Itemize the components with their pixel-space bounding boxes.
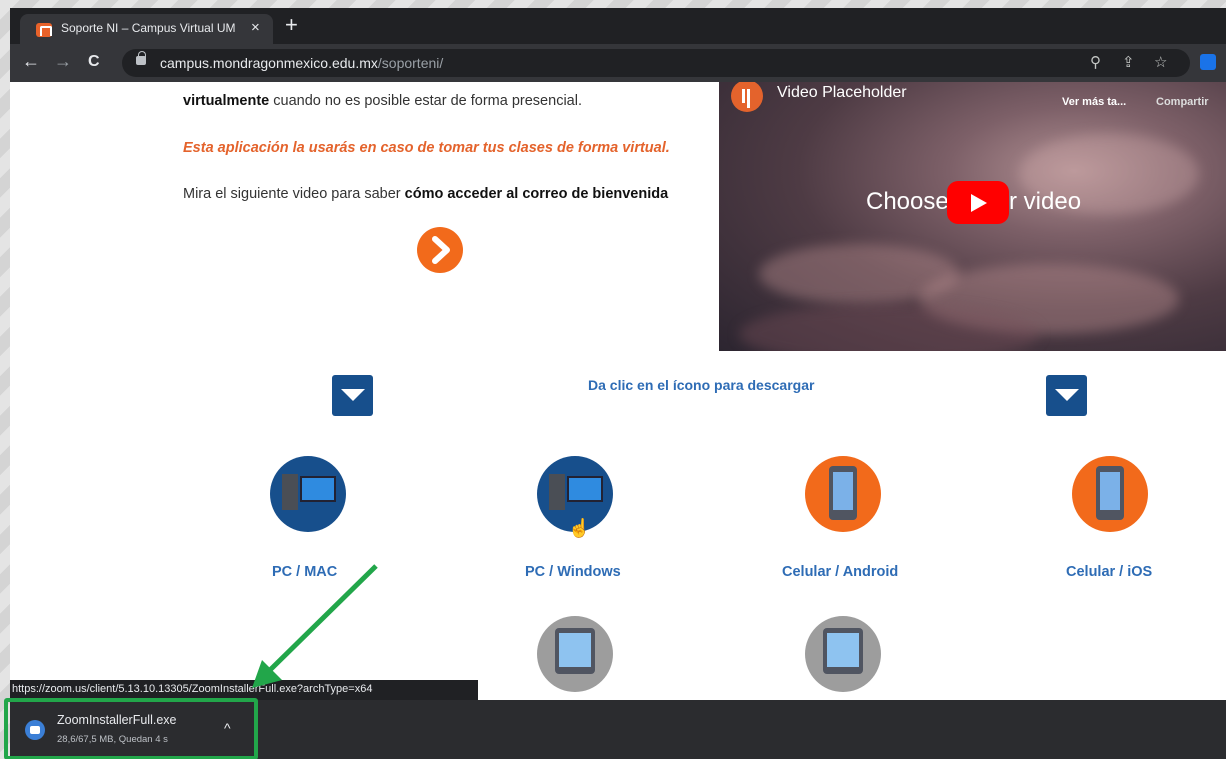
annotation-arrow bbox=[252, 564, 378, 688]
